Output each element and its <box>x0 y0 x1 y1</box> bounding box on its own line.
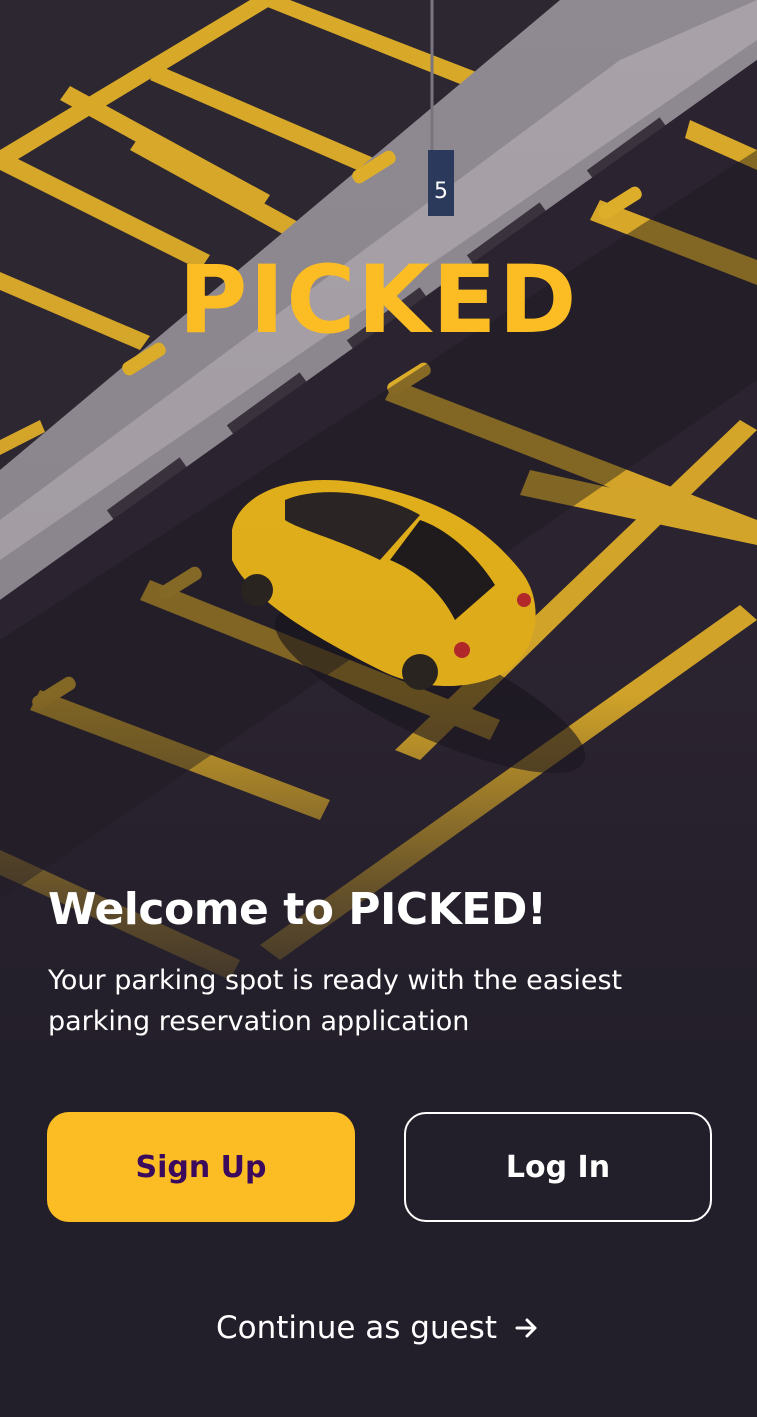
sign-up-button[interactable]: Sign Up <box>47 1112 355 1222</box>
log-in-button-label: Log In <box>505 1149 611 1185</box>
log-in-button[interactable]: Log In <box>404 1112 712 1222</box>
arrow-right-icon <box>513 1314 541 1342</box>
continue-as-guest-link[interactable]: Continue as guest <box>0 1300 757 1356</box>
welcome-subtitle: Your parking spot is ready with the easi… <box>48 965 623 1037</box>
picked-logo: PICKED <box>178 246 579 355</box>
sign-up-button-label: Sign Up <box>135 1149 267 1185</box>
hero-background-image: 5 <box>0 0 757 1120</box>
continue-as-guest-label: Continue as guest <box>216 1310 497 1346</box>
welcome-screen: 5 <box>0 0 757 1417</box>
welcome-title: Welcome to PICKED! <box>48 884 547 935</box>
